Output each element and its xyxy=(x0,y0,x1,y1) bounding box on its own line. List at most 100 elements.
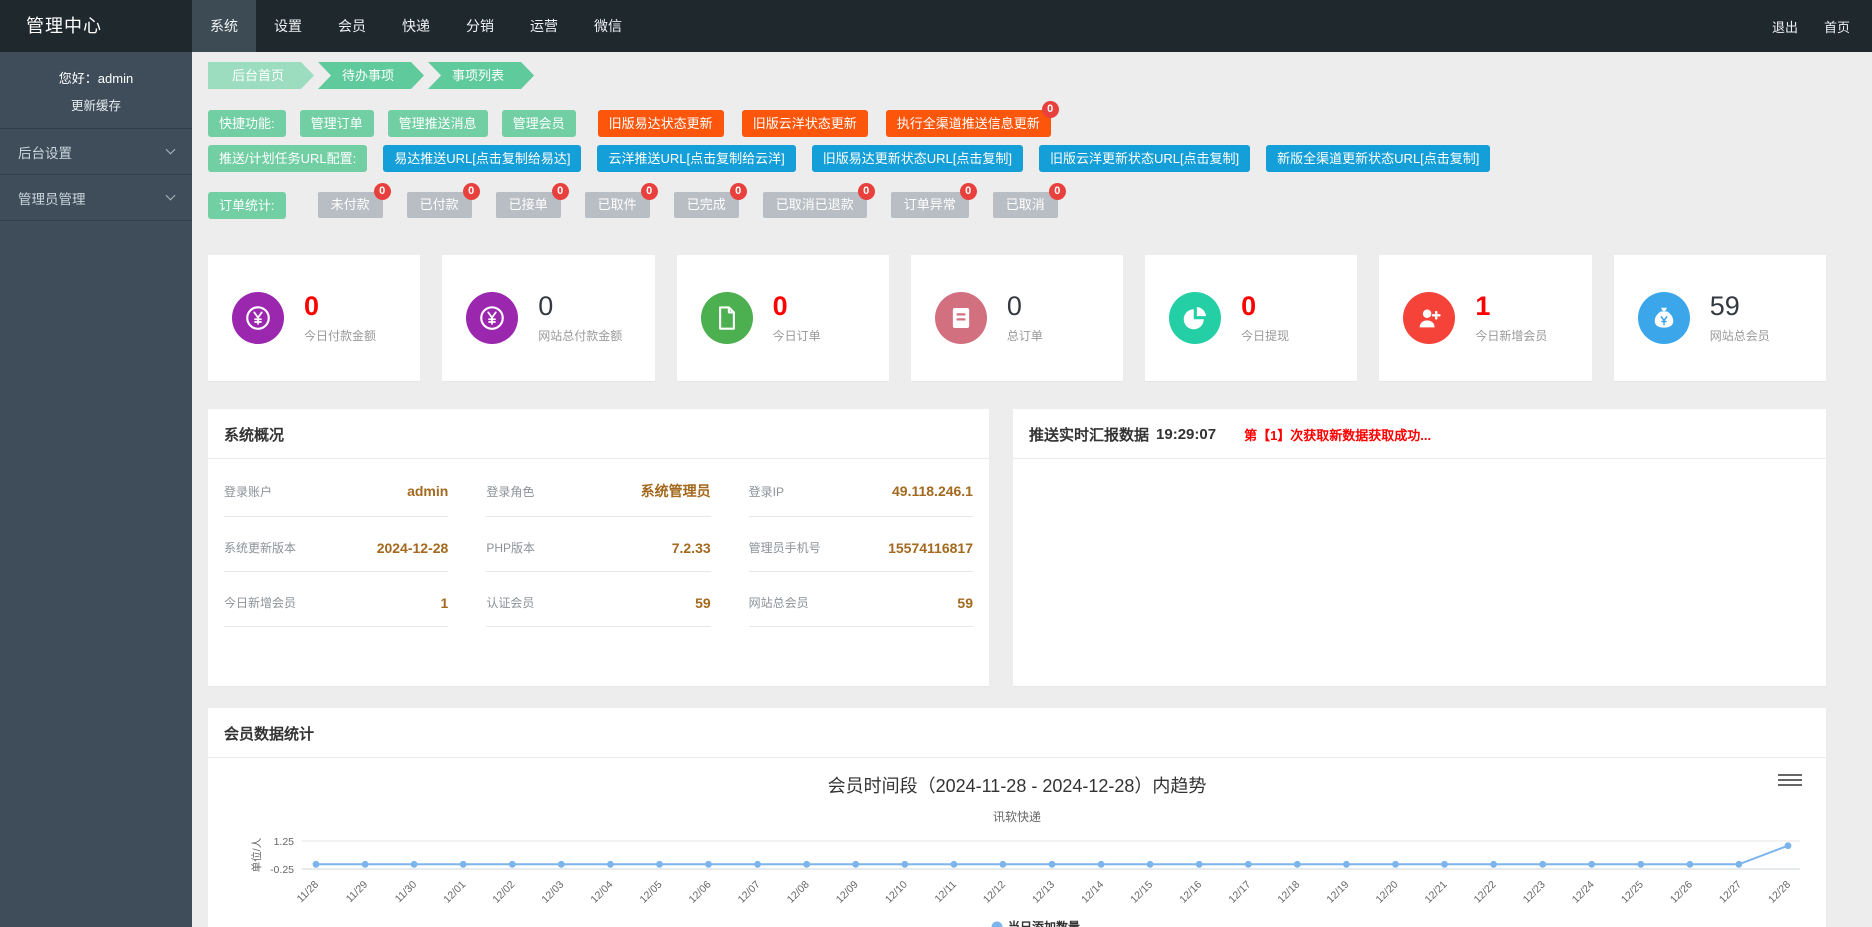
order-status-badge[interactable]: 订单异常 0 xyxy=(891,192,969,218)
stat-card: 0 网站总付款金额 xyxy=(442,255,654,381)
copy-url-button[interactable]: 旧版云洋更新状态URL[点击复制] xyxy=(1039,145,1250,172)
data-point[interactable] xyxy=(411,861,418,868)
data-point[interactable] xyxy=(1098,861,1105,868)
copy-url-button[interactable]: 新版全渠道更新状态URL[点击复制] xyxy=(1266,145,1490,172)
data-point[interactable] xyxy=(313,861,320,868)
chart-legend[interactable]: 当日添加数量 xyxy=(992,919,1081,927)
data-point[interactable] xyxy=(1245,861,1252,868)
svg-text:12/04: 12/04 xyxy=(588,879,615,906)
data-point[interactable] xyxy=(656,861,663,868)
data-point[interactable] xyxy=(607,861,614,868)
order-status-badge[interactable]: 已取件 0 xyxy=(585,192,650,218)
push-report-status: 第【1】次获取新数据获取成功... xyxy=(1244,425,1431,444)
svg-text:12/09: 12/09 xyxy=(834,879,861,906)
data-point[interactable] xyxy=(852,861,859,868)
data-point[interactable] xyxy=(803,861,810,868)
breadcrumb-item[interactable]: 待办事项 xyxy=(318,62,424,89)
data-point[interactable] xyxy=(1392,861,1399,868)
data-point[interactable] xyxy=(705,861,712,868)
nav-menu-item[interactable]: 会员 xyxy=(320,0,384,52)
order-status-badge[interactable]: 已付款 0 xyxy=(407,192,472,218)
order-status-badge[interactable]: 已接单 0 xyxy=(496,192,561,218)
order-status-badge[interactable]: 未付款 0 xyxy=(318,192,383,218)
copy-url-button[interactable]: 易达推送URL[点击复制给易达] xyxy=(383,145,581,172)
stat-card: 0 总订单 xyxy=(911,255,1123,381)
sidebar-greeting: 您好：admin 更新缓存 xyxy=(0,52,192,129)
nav-menu-item[interactable]: 分销 xyxy=(448,0,512,52)
data-point[interactable] xyxy=(1539,861,1546,868)
overview-cell-label: PHP版本 xyxy=(486,539,535,556)
quick-action-button[interactable]: 管理订单 xyxy=(300,110,374,137)
copy-url-button[interactable]: 云洋推送URL[点击复制给云洋] xyxy=(597,145,795,172)
stat-card-value: 0 xyxy=(773,292,821,322)
data-point[interactable] xyxy=(362,861,369,868)
data-point[interactable] xyxy=(951,861,958,868)
data-point[interactable] xyxy=(509,861,516,868)
data-point[interactable] xyxy=(1736,861,1743,868)
data-point[interactable] xyxy=(901,861,908,868)
order-count-badge: 0 xyxy=(858,183,875,200)
breadcrumb-item[interactable]: 事项列表 xyxy=(428,62,534,89)
svg-text:12/02: 12/02 xyxy=(490,879,517,906)
svg-text:12/11: 12/11 xyxy=(933,879,960,906)
nav-menu-item[interactable]: 设置 xyxy=(256,0,320,52)
breadcrumb: 后台首页 待办事项 事项列表 xyxy=(208,62,1826,89)
data-point[interactable] xyxy=(1343,861,1350,868)
system-overview-cell: 登录角色 系统管理员 xyxy=(486,459,710,517)
quick-action-button[interactable]: 管理推送消息 xyxy=(388,110,488,137)
data-point[interactable] xyxy=(1637,861,1644,868)
data-point[interactable] xyxy=(460,861,467,868)
sidebar-menu-item[interactable]: 后台设置 xyxy=(0,129,192,175)
greeting-text: 您好：admin xyxy=(59,71,133,86)
chart-subtitle: 讯软快递 xyxy=(224,808,1810,825)
svg-text:1.25: 1.25 xyxy=(274,836,295,848)
nav-menu-item[interactable]: 微信 xyxy=(576,0,640,52)
status-update-button[interactable]: 旧版云洋状态更新 xyxy=(742,110,868,137)
overview-cell-label: 登录IP xyxy=(749,483,784,500)
data-point[interactable] xyxy=(1147,861,1154,868)
stat-card-body: 0 今日付款金额 xyxy=(304,292,376,344)
quick-action-button[interactable]: 管理会员 xyxy=(502,110,576,137)
data-point[interactable] xyxy=(1588,861,1595,868)
nav-menu-item[interactable]: 运营 xyxy=(512,0,576,52)
data-point[interactable] xyxy=(1687,861,1694,868)
data-point[interactable] xyxy=(1196,861,1203,868)
overview-cell-value: 1 xyxy=(441,595,449,611)
svg-text:12/19: 12/19 xyxy=(1324,879,1351,906)
data-point[interactable] xyxy=(1785,842,1792,849)
data-point[interactable] xyxy=(1000,861,1007,868)
push-report-time: 19:29:07 xyxy=(1156,426,1216,443)
nav-menu-item-label: 系统 xyxy=(210,18,238,34)
status-update-button[interactable]: 执行全渠道推送信息更新 0 xyxy=(886,110,1051,137)
data-point[interactable] xyxy=(1294,861,1301,868)
chart-menu-icon[interactable] xyxy=(1778,770,1802,790)
nav-menu-item-label: 分销 xyxy=(466,18,494,34)
data-point[interactable] xyxy=(1049,861,1056,868)
breadcrumb-item[interactable]: 后台首页 xyxy=(208,62,314,89)
nav-menu-item[interactable]: 系统 xyxy=(192,0,256,52)
sidebar-menu-item[interactable]: 管理员管理 xyxy=(0,175,192,221)
stat-card-body: 0 今日订单 xyxy=(773,292,821,344)
data-point[interactable] xyxy=(1441,861,1448,868)
nav-right-link[interactable]: 首页 xyxy=(1824,17,1850,36)
system-overview-panel: 系统概况 登录账户 admin 登录角色 系统管理员 登录IP xyxy=(208,409,989,686)
system-overview-cell: 今日新增会员 1 xyxy=(224,572,448,627)
svg-text:12/15: 12/15 xyxy=(1128,879,1155,906)
order-status-badge[interactable]: 已取消已退款 0 xyxy=(763,192,867,218)
data-point[interactable] xyxy=(558,861,565,868)
data-point[interactable] xyxy=(1490,861,1497,868)
nav-menu-item[interactable]: 快递 xyxy=(384,0,448,52)
status-update-button[interactable]: 旧版易达状态更新 xyxy=(598,110,724,137)
nav-menu-item-label: 设置 xyxy=(274,18,302,34)
overview-cell-label: 系统更新版本 xyxy=(224,539,296,556)
data-point[interactable] xyxy=(754,861,761,868)
refresh-cache-link[interactable]: 更新缓存 xyxy=(0,95,192,114)
stat-card-label: 总订单 xyxy=(1007,327,1043,344)
order-status-badge[interactable]: 已取消 0 xyxy=(993,192,1058,218)
order-status-badge[interactable]: 已完成 0 xyxy=(674,192,739,218)
chart-title: 会员时间段（2024-11-28 - 2024-12-28）内趋势 xyxy=(224,772,1810,798)
copy-url-button[interactable]: 旧版易达更新状态URL[点击复制] xyxy=(812,145,1023,172)
notification-count-badge: 0 xyxy=(1042,101,1059,118)
nav-right-link[interactable]: 退出 xyxy=(1772,17,1798,36)
stat-card-label: 今日付款金额 xyxy=(304,327,376,344)
